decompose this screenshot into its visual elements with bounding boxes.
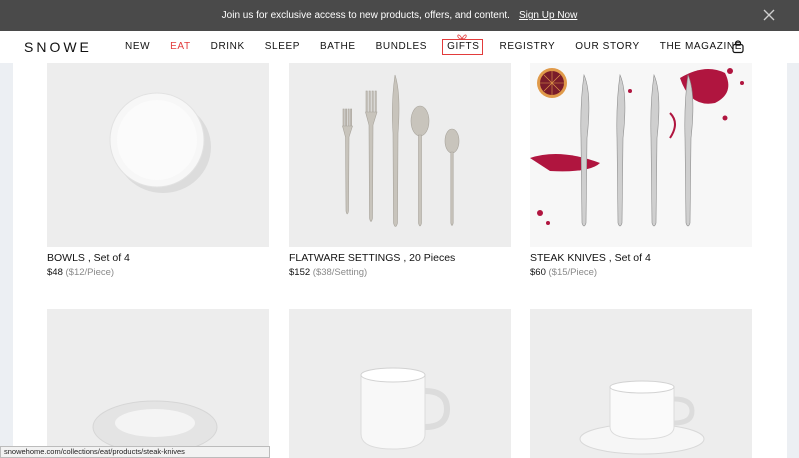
nav-item-new[interactable]: NEW — [115, 31, 160, 63]
price-value: $48 — [47, 267, 63, 278]
price-value: $60 — [530, 267, 546, 278]
product-card[interactable]: STEAK KNIVES , Set of 4 $60 ($15/Piece) — [530, 63, 752, 278]
pasta-bowl-illustration — [92, 400, 218, 454]
product-image-bowls[interactable] — [47, 63, 269, 247]
product-price: $48 ($12/Piece) — [47, 267, 269, 278]
unit-price: ($12/Piece) — [65, 267, 115, 278]
nav-item-eat[interactable]: EAT — [160, 31, 201, 63]
nav-item-bundles[interactable]: BUNDLES — [366, 31, 437, 63]
product-price: $60 ($15/Piece) — [530, 267, 752, 278]
nav-item-our-story[interactable]: OUR STORY — [565, 31, 650, 63]
announcement-message: Join us for exclusive access to new prod… — [221, 10, 510, 21]
product-card[interactable] — [289, 309, 511, 458]
nav-item-drink[interactable]: DRINK — [201, 31, 255, 63]
status-bar-url: snowehome.com/collections/eat/products/s… — [0, 446, 270, 458]
bowl-illustration — [109, 92, 211, 193]
product-image-flatware[interactable] — [289, 63, 511, 247]
nav-item-registry[interactable]: REGISTRY — [490, 31, 566, 63]
product-name[interactable]: STEAK KNIVES , Set of 4 — [530, 252, 752, 264]
nav-item-gifts[interactable]: GIFTS — [437, 31, 489, 63]
product-image-steak-knives[interactable] — [530, 63, 752, 247]
logo[interactable]: SNOWE — [24, 39, 92, 55]
bag-icon[interactable] — [731, 40, 745, 54]
flatware-illustration — [342, 74, 460, 227]
product-name[interactable]: FLATWARE SETTINGS , 20 Pieces — [289, 252, 511, 264]
close-icon[interactable] — [761, 7, 777, 23]
product-image-cup-saucer[interactable] — [530, 309, 752, 458]
announcement-bar: Join us for exclusive access to new prod… — [0, 0, 799, 31]
product-card[interactable] — [530, 309, 752, 458]
page-gutter-right — [787, 63, 799, 458]
cup-saucer-illustration — [579, 380, 705, 455]
steak-knives-illustration — [530, 68, 744, 227]
nav-item-bathe[interactable]: BATHE — [310, 31, 366, 63]
sign-up-link[interactable]: Sign Up Now — [519, 10, 577, 21]
price-value: $152 — [289, 267, 311, 278]
main-nav: SNOWE NEW EAT DRINK SLEEP BATHE BUNDLES … — [0, 31, 799, 63]
product-image-pasta-bowl[interactable] — [47, 309, 269, 458]
unit-price: ($15/Piece) — [548, 267, 598, 278]
gift-box-outline — [442, 39, 484, 55]
product-card[interactable]: BOWLS , Set of 4 $48 ($12/Piece) — [47, 63, 269, 278]
nav-item-sleep[interactable]: SLEEP — [255, 31, 310, 63]
product-name[interactable]: BOWLS , Set of 4 — [47, 252, 269, 264]
product-card[interactable] — [47, 309, 269, 458]
nav-menu: NEW EAT DRINK SLEEP BATHE BUNDLES GIFTS … — [115, 31, 752, 63]
product-grid: BOWLS , Set of 4 $48 ($12/Piece) FLATWAR… — [13, 63, 787, 458]
product-image-mug[interactable] — [289, 309, 511, 458]
unit-price: ($38/Setting) — [312, 267, 368, 278]
product-price: $152 ($38/Setting) — [289, 267, 511, 278]
page-gutter-left — [0, 63, 13, 458]
product-card[interactable]: FLATWARE SETTINGS , 20 Pieces $152 ($38/… — [289, 63, 511, 278]
mug-illustration — [360, 367, 451, 450]
gift-bow-icon — [457, 34, 467, 40]
